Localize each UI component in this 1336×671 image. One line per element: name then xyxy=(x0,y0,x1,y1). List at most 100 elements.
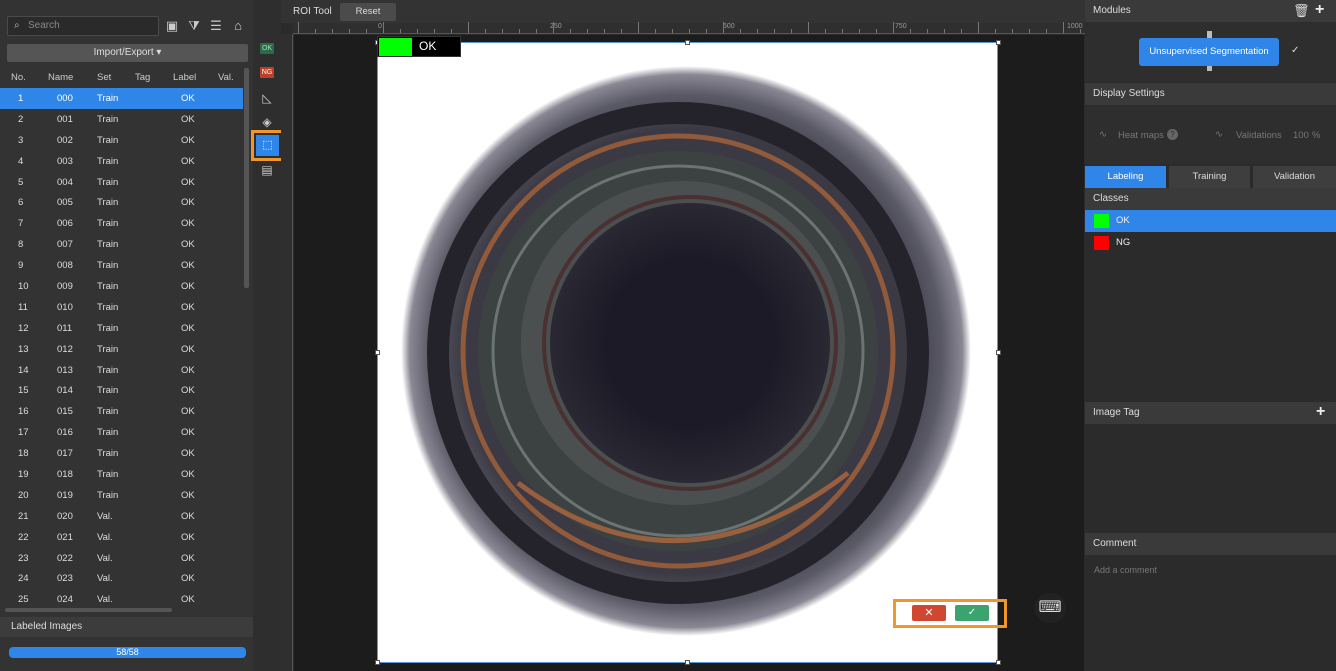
column-header-name[interactable]: Name xyxy=(48,72,73,83)
ruler-tick xyxy=(451,29,452,33)
row-name: 015 xyxy=(57,406,73,418)
table-row[interactable]: 10 009 Train OK xyxy=(0,276,243,297)
table-row[interactable]: 12 011 Train OK xyxy=(0,318,243,339)
column-header-no[interactable]: No. xyxy=(11,72,26,83)
row-label: OK xyxy=(181,594,195,606)
resize-handle[interactable] xyxy=(685,40,690,45)
row-set: Train xyxy=(97,364,119,376)
validations-value[interactable]: 100 xyxy=(1293,130,1309,141)
column-header-val[interactable]: Val. xyxy=(218,72,234,83)
ruler-tick xyxy=(944,29,945,33)
class-item-ng[interactable]: NG xyxy=(1085,232,1336,254)
table-row[interactable]: 3 002 Train OK xyxy=(0,130,243,151)
resize-handle[interactable] xyxy=(996,660,1001,665)
table-row[interactable]: 19 018 Train OK xyxy=(0,464,243,485)
table-row[interactable]: 14 013 Train OK xyxy=(0,360,243,381)
table-row[interactable]: 11 010 Train OK xyxy=(0,297,243,318)
roi-tool-button[interactable]: ⬚ xyxy=(256,135,279,156)
resize-handle[interactable] xyxy=(375,660,380,665)
ruler-tick xyxy=(672,29,673,33)
ok-class-badge[interactable]: OK xyxy=(260,43,274,54)
table-scrollbar-vertical[interactable] xyxy=(244,68,249,288)
class-name: OK xyxy=(1116,215,1130,226)
class-color-swatch xyxy=(1094,214,1109,228)
ruler-tick xyxy=(808,22,809,33)
module-unsupervised-segmentation[interactable]: Unsupervised Segmentation xyxy=(1139,38,1279,66)
polygon-tool-icon[interactable]: ◺ xyxy=(258,89,276,107)
table-row[interactable]: 13 012 Train OK xyxy=(0,339,243,360)
table-row[interactable]: 8 007 Train OK xyxy=(0,234,243,255)
table-row[interactable]: 4 003 Train OK xyxy=(0,151,243,172)
cancel-roi-button[interactable]: ✕ xyxy=(912,605,946,621)
resize-handle[interactable] xyxy=(685,660,690,665)
table-row[interactable]: 23 022 Val. OK xyxy=(0,548,243,569)
table-row[interactable]: 17 016 Train OK xyxy=(0,422,243,443)
table-row[interactable]: 21 020 Val. OK xyxy=(0,506,243,527)
tab-validation[interactable]: Validation xyxy=(1253,166,1336,188)
reset-button[interactable]: Reset xyxy=(340,3,396,21)
select-tool-icon[interactable]: ▤ xyxy=(258,161,276,179)
module-check-icon: ✓ xyxy=(1291,45,1300,56)
ruler-tick xyxy=(1029,29,1030,33)
tab-training[interactable]: Training xyxy=(1169,166,1250,188)
inspection-image[interactable] xyxy=(377,42,998,663)
table-row[interactable]: 7 006 Train OK xyxy=(0,213,243,234)
import-export-button[interactable]: Import/Export ▾ xyxy=(7,44,248,62)
row-label: OK xyxy=(181,448,195,460)
row-name: 014 xyxy=(57,385,73,397)
table-scrollbar-horizontal[interactable] xyxy=(5,608,172,612)
resize-handle[interactable] xyxy=(996,40,1001,45)
add-module-icon[interactable]: + xyxy=(1315,1,1324,19)
table-row[interactable]: 2 001 Train OK xyxy=(0,109,243,130)
column-header-tag[interactable]: Tag xyxy=(135,72,150,83)
ng-class-badge[interactable]: NG xyxy=(260,67,274,78)
confirm-roi-button[interactable]: ✓ xyxy=(955,605,989,621)
table-row[interactable]: 22 021 Val. OK xyxy=(0,527,243,548)
table-row[interactable]: 16 015 Train OK xyxy=(0,401,243,422)
search-input[interactable]: ⌕ Search xyxy=(7,16,159,36)
row-set: Train xyxy=(97,406,119,418)
row-set: Train xyxy=(97,343,119,355)
table-row[interactable]: 18 017 Train OK xyxy=(0,443,243,464)
row-set: Train xyxy=(97,469,119,481)
image-add-icon[interactable]: ▣ xyxy=(163,17,181,35)
delete-module-icon[interactable]: 🗑︎ xyxy=(1293,3,1310,19)
table-row[interactable]: 5 004 Train OK xyxy=(0,172,243,193)
resize-handle[interactable] xyxy=(996,350,1001,355)
filter-icon[interactable]: ⧩ xyxy=(185,17,203,35)
row-set: Train xyxy=(97,322,119,334)
ruler-tick xyxy=(927,29,928,33)
table-row[interactable]: 20 019 Train OK xyxy=(0,485,243,506)
camera-icon[interactable]: ⌂ xyxy=(229,17,247,35)
ruler-tick xyxy=(1046,29,1047,33)
heatmaps-icon: ∿ xyxy=(1099,129,1107,140)
keyboard-shortcuts-icon[interactable]: ⌨ xyxy=(1034,593,1066,623)
add-tag-icon[interactable]: + xyxy=(1316,403,1325,421)
ruler-tick xyxy=(349,29,350,33)
class-item-ok[interactable]: OK xyxy=(1085,210,1336,232)
table-row[interactable]: 6 005 Train OK xyxy=(0,192,243,213)
modules-title: Modules xyxy=(1093,5,1131,16)
row-set: Train xyxy=(97,93,119,104)
tab-labeling[interactable]: Labeling xyxy=(1085,166,1166,188)
comment-input[interactable]: Add a comment xyxy=(1094,565,1157,575)
row-name: 001 xyxy=(57,113,73,125)
row-number: 15 xyxy=(18,385,29,397)
help-icon[interactable]: ? xyxy=(1167,129,1178,140)
table-row[interactable]: 1 000 Train OK xyxy=(0,88,243,109)
table-row[interactable]: 15 014 Train OK xyxy=(0,380,243,401)
ruler-tick xyxy=(366,29,367,33)
table-row[interactable]: 9 008 Train OK xyxy=(0,255,243,276)
row-name: 013 xyxy=(57,364,73,376)
table-row[interactable]: 24 023 Val. OK xyxy=(0,568,243,589)
row-number: 17 xyxy=(18,427,29,439)
row-name: 024 xyxy=(57,594,73,606)
row-set: Train xyxy=(97,197,119,209)
list-icon[interactable]: ☰ xyxy=(207,17,225,35)
resize-handle[interactable] xyxy=(375,350,380,355)
ruler-tick xyxy=(417,29,418,33)
eraser-tool-icon[interactable]: ◈ xyxy=(258,113,276,131)
ruler-label: 500 xyxy=(723,23,735,30)
column-header-set[interactable]: Set xyxy=(97,72,111,83)
column-header-label[interactable]: Label xyxy=(173,72,196,83)
